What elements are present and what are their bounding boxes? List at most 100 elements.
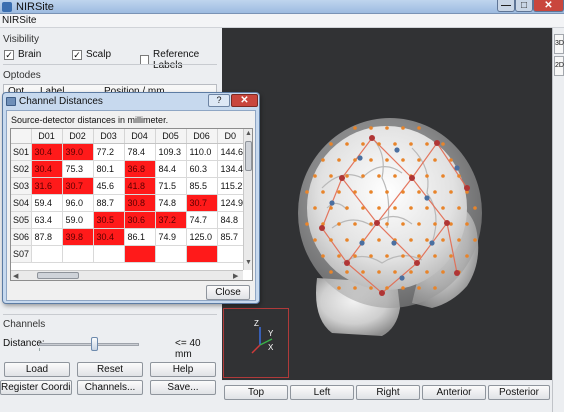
grid-cell[interactable]: 144.6 <box>217 143 245 161</box>
grid-row-header[interactable]: S07 <box>11 245 32 263</box>
grid-cell[interactable]: 75.3 <box>62 160 94 178</box>
grid-cell[interactable]: 115.2 <box>217 177 245 195</box>
view-posterior-button[interactable]: Posterior <box>488 385 550 400</box>
grid-cell[interactable]: 30.4 <box>93 228 125 246</box>
grid-cell[interactable] <box>155 245 187 263</box>
grid-cell[interactable]: 30.4 <box>31 160 63 178</box>
grid-row-header[interactable]: S06 <box>11 228 32 246</box>
scroll-right-arrow-icon[interactable]: ▶ <box>233 272 238 280</box>
view-left-button[interactable]: Left <box>290 385 354 400</box>
grid-cell[interactable]: 30.7 <box>62 177 94 195</box>
reset-button[interactable]: Reset <box>77 362 143 377</box>
grid-cell[interactable]: 45.6 <box>93 177 125 195</box>
maximize-button[interactable]: □ <box>515 0 533 12</box>
grid-cell[interactable]: 37.2 <box>155 211 187 229</box>
grid-column-header[interactable]: D0 <box>217 129 245 144</box>
grid-cell[interactable]: 86.1 <box>124 228 156 246</box>
distance-grid[interactable]: D01 D02 D03 D04 D05 D06 D0 S01 30.4 39.0 77.2 78.4… <box>10 128 253 281</box>
grid-cell[interactable]: 109.3 <box>155 143 187 161</box>
horizontal-scroll-thumb[interactable] <box>37 272 79 279</box>
grid-cell[interactable] <box>62 245 94 263</box>
grid-cell[interactable]: 71.5 <box>155 177 187 195</box>
grid-row-header[interactable]: S05 <box>11 211 32 229</box>
view-anterior-button[interactable]: Anterior <box>422 385 486 400</box>
grid-cell[interactable]: 74.7 <box>186 211 218 229</box>
grid-cell[interactable]: 41.8 <box>124 177 156 195</box>
grid-cell[interactable] <box>217 245 245 263</box>
distance-slider-track[interactable] <box>39 343 139 346</box>
grid-cell[interactable]: 124.9 <box>217 194 245 212</box>
load-button[interactable]: Load <box>4 362 70 377</box>
grid-cell[interactable]: 63.4 <box>31 211 63 229</box>
dialog-help-button[interactable]: ? <box>208 94 230 107</box>
grid-cell[interactable]: 96.0 <box>62 194 94 212</box>
source-optode-marker <box>464 185 470 191</box>
grid-cell[interactable]: 85.5 <box>186 177 218 195</box>
vertical-scroll-thumb[interactable] <box>245 141 252 171</box>
scalp-checkbox[interactable]: ✓ Scalp <box>72 49 111 60</box>
grid-cell[interactable]: 84.4 <box>155 160 187 178</box>
grid-cell[interactable]: 30.7 <box>186 194 218 212</box>
menu-nirsite[interactable]: NIRSite <box>2 15 36 26</box>
grid-column-header[interactable]: D06 <box>186 129 218 144</box>
tab-2d[interactable]: 2D <box>554 56 564 76</box>
grid-cell[interactable]: 30.4 <box>31 143 63 161</box>
grid-cell[interactable]: 31.6 <box>31 177 63 195</box>
grid-cell[interactable]: 60.3 <box>186 160 218 178</box>
grid-cell[interactable]: 39.8 <box>62 228 94 246</box>
grid-cell[interactable]: 30.6 <box>124 211 156 229</box>
grid-cell[interactable]: 87.8 <box>31 228 63 246</box>
tab-3d[interactable]: 3D <box>554 34 564 54</box>
view-top-button[interactable]: Top <box>224 385 288 400</box>
grid-cell[interactable]: 85.7 <box>217 228 245 246</box>
grid-cell[interactable]: 88.7 <box>93 194 125 212</box>
grid-horizontal-scrollbar[interactable]: ◀ ▶ <box>11 270 243 280</box>
grid-cell[interactable]: 30.5 <box>93 211 125 229</box>
grid-cell[interactable] <box>93 245 125 263</box>
window-close-button[interactable]: ✕ <box>533 0 564 12</box>
view-right-button[interactable]: Right <box>356 385 420 400</box>
grid-cell[interactable]: 134.4 <box>217 160 245 178</box>
grid-row-header[interactable]: S03 <box>11 177 32 195</box>
grid-cell[interactable]: 78.4 <box>124 143 156 161</box>
grid-cell[interactable]: 74.8 <box>155 194 187 212</box>
help-button[interactable]: Help <box>150 362 216 377</box>
channels-button[interactable]: Channels... <box>77 380 143 395</box>
grid-row-header[interactable]: S04 <box>11 194 32 212</box>
dialog-close-x-button[interactable]: ✕ <box>231 94 258 107</box>
grid-column-header[interactable]: D05 <box>155 129 187 144</box>
grid-cell[interactable]: 80.1 <box>93 160 125 178</box>
reference-point-marker <box>385 222 389 226</box>
distance-slider-handle[interactable] <box>91 337 98 351</box>
scroll-left-arrow-icon[interactable]: ◀ <box>13 272 18 280</box>
grid-row-header[interactable]: S01 <box>11 143 32 161</box>
grid-column-header[interactable]: D04 <box>124 129 156 144</box>
grid-cell[interactable]: 30.8 <box>124 194 156 212</box>
grid-cell[interactable]: 110.0 <box>186 143 218 161</box>
grid-cell[interactable] <box>186 245 218 263</box>
grid-row-header[interactable]: S02 <box>11 160 32 178</box>
grid-column-header[interactable]: D01 <box>31 129 63 144</box>
grid-cell[interactable]: 36.8 <box>124 160 156 178</box>
grid-cell[interactable]: 59.4 <box>31 194 63 212</box>
grid-cell[interactable]: 84.8 <box>217 211 245 229</box>
dialog-close-button[interactable]: Close <box>206 285 250 300</box>
grid-cell[interactable] <box>124 245 156 263</box>
3d-viewport[interactable]: Z Y X <box>222 28 552 380</box>
register-coordinates-button[interactable]: Register Coordinates... <box>0 380 72 395</box>
grid-column-header[interactable]: D02 <box>62 129 94 144</box>
scroll-down-arrow-icon[interactable]: ▼ <box>245 259 252 266</box>
grid-cell[interactable]: 59.0 <box>62 211 94 229</box>
scroll-up-arrow-icon[interactable]: ▲ <box>245 130 252 137</box>
save-button[interactable]: Save... <box>150 380 216 395</box>
minimize-button[interactable]: — <box>497 0 515 12</box>
brain-checkbox[interactable]: ✓ Brain <box>4 49 41 60</box>
grid-column-header[interactable]: D03 <box>93 129 125 144</box>
grid-cell[interactable] <box>31 245 63 263</box>
grid-cell[interactable]: 74.9 <box>155 228 187 246</box>
reference-labels-checkbox[interactable]: Reference Labels <box>140 49 222 71</box>
grid-vertical-scrollbar[interactable]: ▲ ▼ <box>243 129 252 270</box>
grid-cell[interactable]: 77.2 <box>93 143 125 161</box>
grid-cell[interactable]: 39.0 <box>62 143 94 161</box>
grid-cell[interactable]: 125.0 <box>186 228 218 246</box>
